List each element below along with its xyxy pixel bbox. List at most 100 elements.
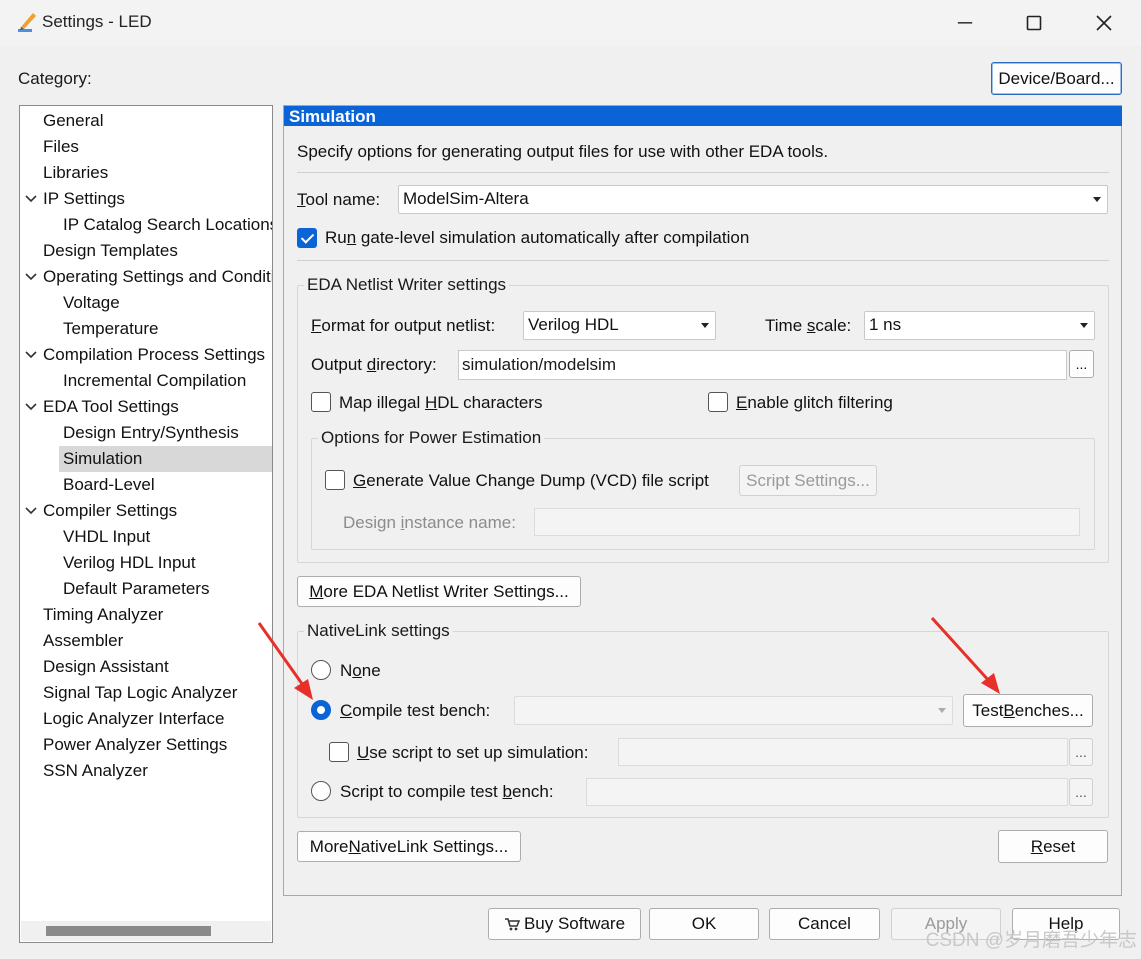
- tree-item[interactable]: General: [43, 108, 272, 134]
- tree-item[interactable]: Design Assistant: [43, 654, 272, 680]
- map-illegal-hdl-checkbox[interactable]: [311, 392, 331, 412]
- chevron-down-icon[interactable]: [24, 504, 38, 518]
- script-compile-input[interactable]: [586, 778, 1068, 806]
- buy-software-label: Buy Software: [523, 914, 626, 933]
- scrollbar-thumb[interactable]: [46, 926, 211, 936]
- tree-item[interactable]: Timing Analyzer: [43, 602, 272, 628]
- mnemonic: R: [1030, 836, 1044, 856]
- tree-item-label: Incremental Compilation: [63, 371, 247, 390]
- tree-item[interactable]: Temperature: [63, 316, 272, 342]
- mnemonic: G: [353, 471, 367, 490]
- tree-item[interactable]: Default Parameters: [63, 576, 272, 602]
- close-button[interactable]: [1069, 0, 1139, 46]
- mnemonic: b: [502, 782, 512, 801]
- script-compile-label: Script to compile test bench:: [340, 782, 554, 802]
- timescale-select[interactable]: 1 ns: [864, 311, 1095, 340]
- tree-item[interactable]: Design Entry/Synthesis: [63, 420, 272, 446]
- script-compile-browse-button[interactable]: ...: [1069, 778, 1093, 806]
- label-text: Ru: [325, 228, 347, 247]
- script-compile-radio[interactable]: [311, 781, 331, 801]
- tree-item[interactable]: Voltage: [63, 290, 272, 316]
- mnemonic: E: [736, 393, 748, 412]
- tree-item[interactable]: Signal Tap Logic Analyzer: [43, 680, 272, 706]
- tool-name-select[interactable]: ModelSim-Altera: [398, 185, 1108, 214]
- panel-header: Simulation: [284, 106, 1122, 126]
- tool-name-label: Tool name:: [297, 190, 380, 210]
- category-tree[interactable]: General Files Libraries IP Settings IP Catal…: [19, 105, 273, 943]
- format-value: Verilog HDL: [528, 315, 619, 334]
- label-text: ompile test bench:: [352, 701, 491, 720]
- design-instance-input[interactable]: [534, 508, 1080, 536]
- chevron-down-icon[interactable]: [24, 270, 38, 284]
- compile-test-bench-radio[interactable]: [311, 700, 331, 720]
- none-label: None: [340, 661, 381, 681]
- panel-description: Specify options for generating output fi…: [297, 142, 829, 161]
- mnemonic: o: [352, 661, 362, 680]
- output-directory-browse-button[interactable]: ...: [1069, 350, 1094, 378]
- divider: [297, 260, 1109, 261]
- script-settings-button[interactable]: Script Settings...: [739, 465, 877, 496]
- tree-item-label: IP Catalog Search Locations: [63, 215, 273, 234]
- use-script-input[interactable]: [618, 738, 1068, 766]
- tree-item[interactable]: IP Catalog Search Locations: [63, 212, 272, 238]
- watermark: CSDN @岁月磨吾少年志: [925, 930, 1137, 951]
- none-radio[interactable]: [311, 660, 331, 680]
- label-text: ench:: [511, 782, 554, 801]
- tree-item-label: Simulation: [63, 449, 143, 468]
- tree-item[interactable]: Assembler: [43, 628, 272, 654]
- label-text: cale:: [815, 316, 852, 335]
- tree-item-label: General: [43, 111, 104, 130]
- label-text: Design: [343, 513, 401, 532]
- close-icon: [1096, 15, 1112, 31]
- chevron-down-icon[interactable]: [24, 192, 38, 206]
- ok-button[interactable]: OK: [649, 908, 759, 940]
- tree-item-label: Temperature: [63, 319, 159, 338]
- tree-item-label: IP Settings: [43, 189, 125, 208]
- tree-item[interactable]: Power Analyzer Settings: [43, 732, 272, 758]
- tree-item[interactable]: Verilog HDL Input: [63, 550, 272, 576]
- output-directory-input[interactable]: simulation/modelsim: [458, 350, 1067, 380]
- tree-item[interactable]: IP Settings: [43, 186, 272, 212]
- maximize-button[interactable]: [999, 0, 1069, 46]
- tree-item[interactable]: Board-Level: [63, 472, 272, 498]
- cancel-button[interactable]: Cancel: [769, 908, 880, 940]
- tree-item[interactable]: Design Templates: [43, 238, 272, 264]
- tree-item[interactable]: Operating Settings and Conditions: [43, 264, 272, 290]
- tree-item[interactable]: Simulation: [59, 446, 272, 472]
- tree-horizontal-scrollbar[interactable]: [21, 921, 271, 941]
- tree-item[interactable]: Libraries: [43, 160, 272, 186]
- tree-item-label: Files: [43, 137, 79, 156]
- tree-item[interactable]: Compilation Process Settings: [43, 342, 272, 368]
- reset-button[interactable]: Reset: [998, 830, 1108, 863]
- format-select[interactable]: Verilog HDL: [523, 311, 716, 340]
- test-benches-button[interactable]: Test Benches...: [963, 694, 1093, 727]
- tree-item[interactable]: Incremental Compilation: [63, 368, 272, 394]
- shopping-cart-icon: [504, 918, 520, 931]
- device-board-button[interactable]: Device/Board...: [991, 62, 1122, 95]
- run-gate-level-checkbox[interactable]: [297, 228, 317, 248]
- tree-item[interactable]: VHDL Input: [63, 524, 272, 550]
- glitch-filtering-label: Enable glitch filtering: [736, 393, 893, 413]
- use-script-browse-button[interactable]: ...: [1069, 738, 1093, 766]
- more-netlist-settings-button[interactable]: More EDA Netlist Writer Settings...: [297, 576, 581, 607]
- chevron-down-icon[interactable]: [24, 400, 38, 414]
- mnemonic: F: [311, 316, 322, 335]
- minimize-button[interactable]: ─: [930, 0, 1000, 46]
- chevron-down-icon[interactable]: [24, 348, 38, 362]
- tree-item[interactable]: SSN Analyzer: [43, 758, 272, 784]
- tool-name-value: ModelSim-Altera: [403, 189, 529, 208]
- use-script-checkbox[interactable]: [329, 742, 349, 762]
- test-bench-select[interactable]: [514, 696, 953, 725]
- label-text: ormat for output netlist:: [321, 316, 496, 335]
- label-text: DL characters: [437, 393, 543, 412]
- mnemonic: d: [366, 355, 377, 374]
- tree-item[interactable]: Compiler Settings: [43, 498, 272, 524]
- tree-item[interactable]: EDA Tool Settings: [43, 394, 272, 420]
- tree-item[interactable]: Logic Analyzer Interface: [43, 706, 272, 732]
- timescale-value: 1 ns: [869, 315, 902, 334]
- tree-item[interactable]: Files: [43, 134, 272, 160]
- glitch-filtering-checkbox[interactable]: [708, 392, 728, 412]
- more-nativelink-settings-button[interactable]: More NativeLink Settings...: [297, 831, 521, 862]
- vcd-script-checkbox[interactable]: [325, 470, 345, 490]
- buy-software-button[interactable]: Buy Software: [488, 908, 641, 940]
